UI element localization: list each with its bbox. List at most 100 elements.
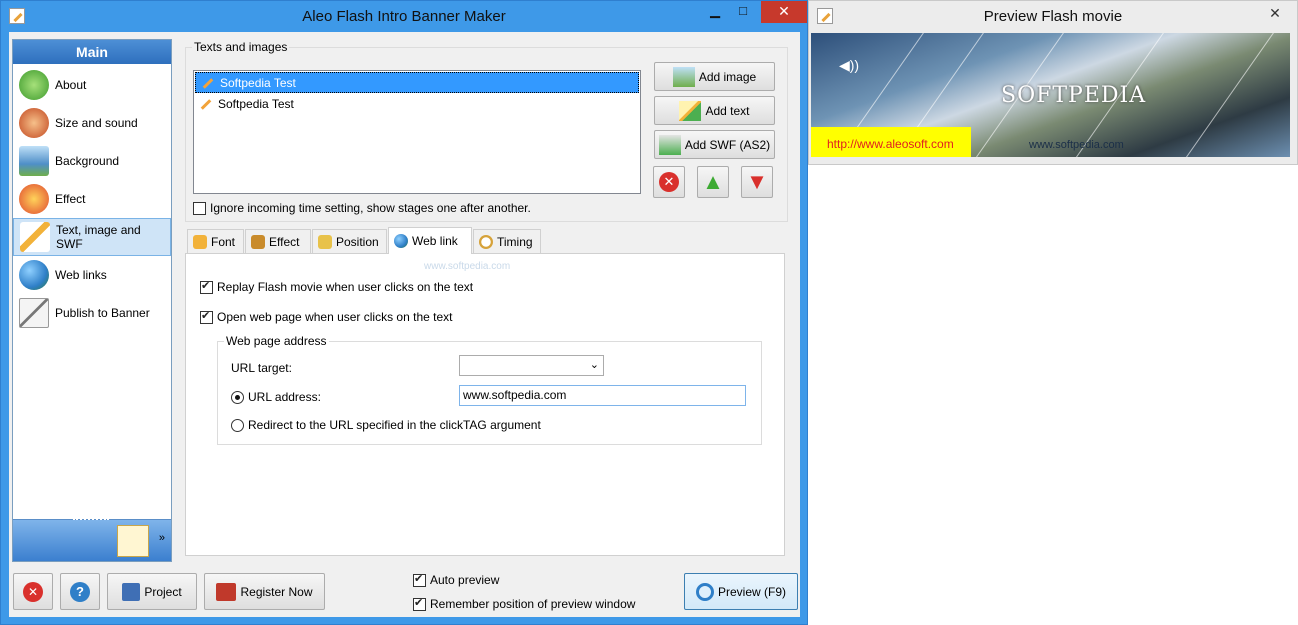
add-image-button[interactable]: Add image [654,62,775,91]
register-button[interactable]: Register Now [204,573,325,610]
sidebar-item-label: Web links [55,268,107,282]
add-swf-button[interactable]: Add SWF (AS2) [654,130,775,159]
sidebar-splitter-grip[interactable] [73,518,109,521]
sidebar-item-about[interactable]: About [13,66,171,104]
chevron-right-icon[interactable]: » [159,532,165,544]
cart-icon [216,582,237,601]
list-item[interactable]: Softpedia Test [195,72,639,93]
tab-web-link[interactable]: Web link [388,227,472,254]
sidebar-item-label: Effect [55,192,86,206]
add-swf-label: Add SWF (AS2) [684,137,771,152]
tab-label: Font [211,234,236,249]
home-icon [19,70,49,100]
sidebar-item-label: Publish to Banner [55,306,150,320]
globe-icon [394,234,408,248]
add-image-icon [672,66,695,87]
tab-position[interactable]: Position [312,229,387,253]
publish-icon [19,298,49,328]
url-address-label: URL address: [248,390,321,404]
sidebar-item-size-and-sound[interactable]: Size and sound [13,104,171,142]
url-address-radio[interactable] [231,390,244,404]
ignore-time-label: Ignore incoming time setting, show stage… [210,201,531,215]
arrow-down-icon: ▼ [746,169,768,194]
ignore-time-checkbox[interactable] [193,201,206,215]
close-button[interactable]: ✕ [761,1,807,23]
sidebar-item-label: Background [55,154,120,168]
open-page-checkbox[interactable] [200,309,213,324]
replay-label: Replay Flash movie when user clicks on t… [217,280,474,294]
project-button[interactable]: Project [107,573,197,610]
preview-button[interactable]: Preview (F9) [684,573,798,610]
url-address-row[interactable]: URL address: [231,390,321,404]
sidebar-item-web-links[interactable]: Web links [13,256,171,294]
delete-button[interactable]: ✕ [653,166,685,198]
redirect-radio[interactable] [231,418,244,432]
list-item[interactable]: Softpedia Test [194,94,640,115]
texts-listbox[interactable]: Softpedia Test Softpedia Test [193,70,641,194]
preview-label: Preview (F9) [717,584,786,599]
main-titlebar[interactable]: Aleo Flash Intro Banner Maker ▁ □ ✕ [1,1,807,32]
sidebar-item-publish[interactable]: Publish to Banner [13,294,171,332]
sidebar-item-effect[interactable]: Effect [13,180,171,218]
replay-row[interactable]: Replay Flash movie when user clicks on t… [200,279,474,294]
sidebar-footer: » [13,518,171,561]
preview-window-title[interactable]: Preview Flash movie [809,8,1297,25]
flash-banner-preview[interactable]: ◀)) SOFTPEDIA http://www.aleosoft.com ww… [811,33,1290,157]
tab-label: Web link [412,234,458,248]
group-title: Web page address [224,334,329,348]
font-pencil-icon [193,234,207,249]
watermark: www.softpedia.com [424,261,511,272]
ignore-time-row[interactable]: Ignore incoming time setting, show stage… [193,201,531,215]
add-image-label: Add image [698,69,757,84]
remember-position-checkbox[interactable] [413,596,426,611]
replay-checkbox[interactable] [200,279,213,294]
sidebar-item-text-image-swf[interactable]: Text, image and SWF [13,218,171,256]
globe-icon [19,260,49,290]
magic-effect-icon [19,184,49,214]
arrow-up-icon: ▲ [702,169,724,194]
pencil-icon[interactable] [117,525,149,557]
tab-label: Effect [269,234,300,249]
maximize-button[interactable]: □ [729,1,757,23]
auto-preview-row[interactable]: Auto preview [413,572,500,587]
exit-icon: ✕ [23,581,43,602]
picture-icon [19,146,49,176]
open-page-row[interactable]: Open web page when user clicks on the te… [200,309,452,324]
help-button[interactable]: ? [60,573,100,610]
redirect-label: Redirect to the URL specified in the cli… [248,418,541,432]
tab-label: Position [336,234,379,249]
tab-timing[interactable]: Timing [473,229,541,253]
exit-button[interactable]: ✕ [13,573,53,610]
pencil-icon [201,77,215,90]
banner-url[interactable]: http://www.aleosoft.com [827,137,954,151]
register-label: Register Now [240,584,313,599]
move-up-button[interactable]: ▲ [697,166,729,198]
texts-images-group: Texts and images Softpedia Test Softpedi… [185,40,788,222]
main-client: Main About Size and sound Background Eff… [9,32,800,617]
web-link-panel: www.softpedia.com Replay Flash movie whe… [185,253,785,556]
url-target-select[interactable]: ⌄ [459,355,604,376]
auto-preview-label: Auto preview [430,573,500,587]
preview-window: Preview Flash movie ✕ ◀)) SOFTPEDIA http… [808,0,1298,165]
minimize-button[interactable]: ▁ [701,1,729,23]
move-down-button[interactable]: ▼ [741,166,773,198]
add-text-button[interactable]: Add text [654,96,775,125]
sidebar: Main About Size and sound Background Eff… [12,39,172,562]
add-text-icon [679,100,702,121]
url-target-label: URL target: [231,361,292,375]
preview-close-button[interactable]: ✕ [1257,3,1293,25]
auto-preview-checkbox[interactable] [413,572,426,587]
list-item-label: Softpedia Test [218,97,294,111]
chevron-down-icon: ⌄ [589,359,599,371]
project-label: Project [144,584,182,599]
remember-position-row[interactable]: Remember position of preview window [413,596,635,611]
sidebar-item-background[interactable]: Background [13,142,171,180]
tab-font[interactable]: Font [187,229,244,253]
web-address-group: Web page address URL target: ⌄ URL addre… [217,334,762,445]
tab-label: Timing [497,234,533,249]
main-window: Aleo Flash Intro Banner Maker ▁ □ ✕ Main… [0,0,808,625]
url-address-input[interactable]: www.softpedia.com [459,385,746,406]
redirect-row[interactable]: Redirect to the URL specified in the cli… [231,418,541,432]
position-tag-icon [318,234,332,249]
tab-effect[interactable]: Effect [245,229,311,253]
